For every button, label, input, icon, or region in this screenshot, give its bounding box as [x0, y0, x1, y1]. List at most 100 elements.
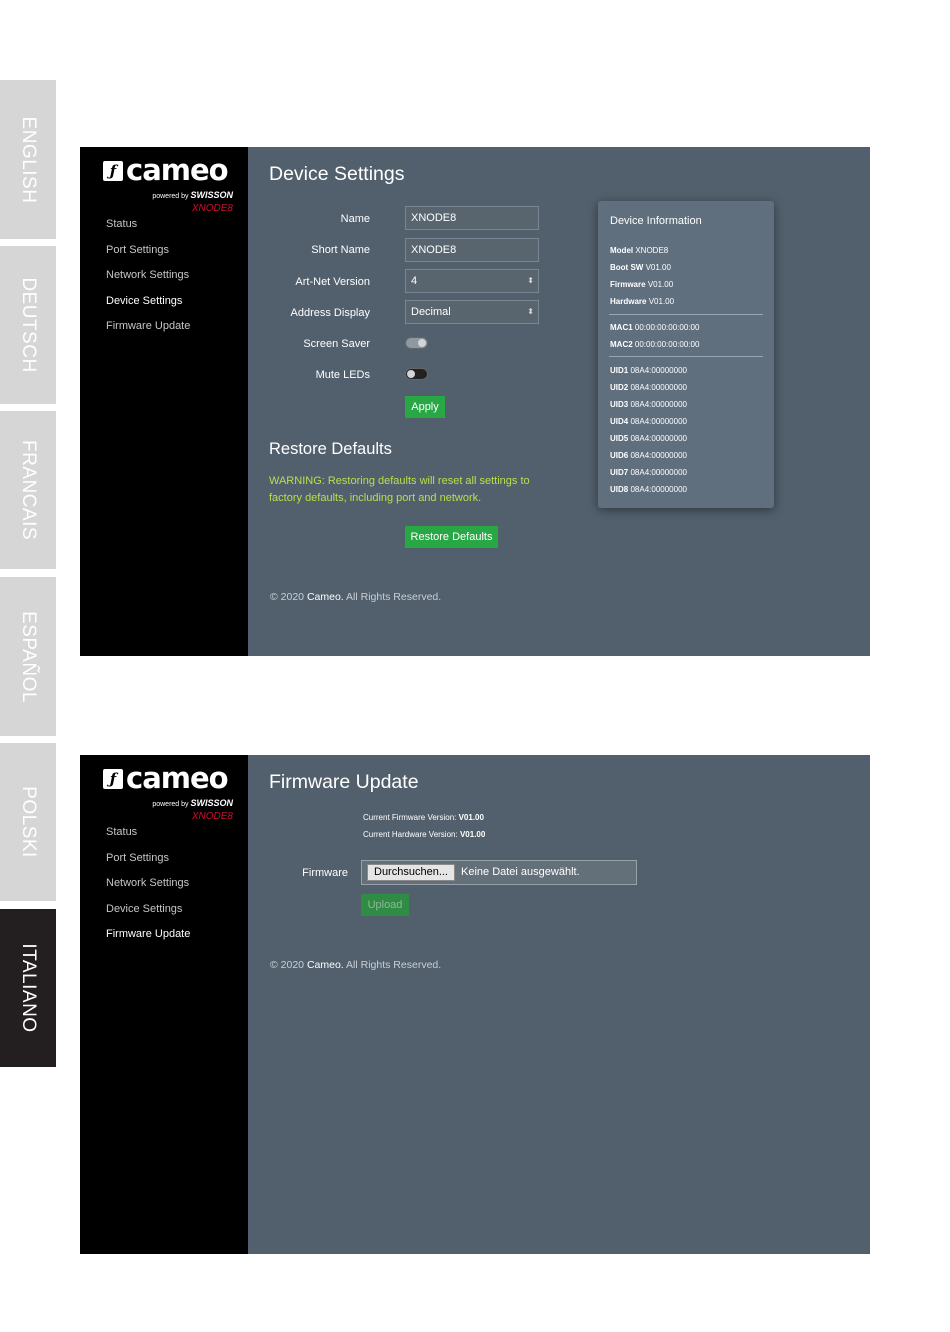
short-name-label: Short Name — [311, 244, 370, 256]
info-row-hardware: Hardware V01.00 — [610, 297, 674, 306]
sidebar-item-status[interactable]: Status — [106, 825, 190, 851]
current-hardware-value: V01.00 — [459, 830, 486, 839]
lang-tab-italiano[interactable]: ITALIANO — [0, 909, 56, 1067]
sidebar-item-network-settings[interactable]: Network Settings — [106, 876, 190, 902]
toggle-knob — [407, 370, 415, 378]
powered-by-label: powered by — [152, 801, 189, 808]
lang-tab-label: ITALIANO — [18, 943, 39, 1033]
lang-tab-francais[interactable]: FRANCAIS — [0, 411, 56, 569]
info-row-uid1: UID1 08A4:00000000 — [610, 366, 687, 375]
info-row-uid6: UID6 08A4:00000000 — [610, 451, 687, 460]
footer-copyright: © 2020 Cameo. All Rights Reserved. — [270, 591, 441, 603]
main-content: Device Settings Name XNODE8 Short Name X… — [249, 147, 870, 656]
lang-tab-deutsch[interactable]: DEUTSCH — [0, 246, 56, 404]
info-row-firmware: Firmware V01.00 — [610, 280, 673, 289]
info-value: 08A4:00000000 — [630, 400, 687, 409]
info-value: 00:00:00:00:00:00 — [634, 340, 700, 349]
info-value: XNODE8 — [635, 246, 669, 255]
device-settings-screenshot: ƒ cameo powered by SWISSON XNODE8 Status… — [80, 147, 870, 656]
sidebar-item-status[interactable]: Status — [106, 217, 190, 243]
info-value: V01.00 — [648, 297, 675, 306]
info-key: Firmware — [610, 280, 646, 289]
info-value: 00:00:00:00:00:00 — [634, 323, 700, 332]
sidebar-nav: Status Port Settings Network Settings De… — [106, 217, 190, 345]
info-row-uid5: UID5 08A4:00000000 — [610, 434, 687, 443]
sidebar: ƒ cameo powered by SWISSON XNODE8 Status… — [80, 755, 248, 1254]
toggle-knob — [418, 339, 426, 347]
lang-tab-label: DEUTSCH — [18, 277, 39, 373]
info-row-uid3: UID3 08A4:00000000 — [610, 400, 687, 409]
footer-rights: All Rights Reserved. — [346, 959, 442, 971]
info-value: V01.00 — [645, 263, 671, 272]
lang-tab-polski[interactable]: POLSKI — [0, 743, 56, 901]
short-name-input[interactable]: XNODE8 — [405, 238, 539, 262]
mute-leds-label: Mute LEDs — [315, 369, 370, 381]
info-divider — [609, 314, 763, 315]
model-label: XNODE8 — [191, 203, 233, 214]
sidebar-item-firmware-update[interactable]: Firmware Update — [106, 319, 190, 345]
artnet-version-value: 4 — [411, 275, 418, 287]
apply-button[interactable]: Apply — [405, 396, 445, 418]
info-row-boot-sw: Boot SW V01.00 — [610, 263, 671, 272]
current-firmware-value: V01.00 — [458, 813, 484, 822]
lang-tab-espanol[interactable]: ESPAÑOL — [0, 577, 56, 736]
sidebar-nav: Status Port Settings Network Settings De… — [106, 825, 190, 953]
browse-button[interactable]: Durchsuchen... — [367, 864, 455, 881]
current-hardware-version: Current Hardware Version: V01.00 — [363, 830, 485, 839]
upload-button[interactable]: Upload — [361, 894, 409, 916]
mute-leds-toggle[interactable] — [405, 368, 428, 380]
info-row-uid8: UID8 08A4:00000000 — [610, 485, 687, 494]
footer-year: © 2020 — [270, 591, 305, 603]
footer-rights: All Rights Reserved. — [346, 591, 442, 603]
address-display-label: Address Display — [290, 307, 370, 319]
cameo-logo: ƒ cameo powered by SWISSON XNODE8 — [103, 761, 233, 822]
logo-wordmark: cameo — [126, 761, 229, 795]
select-arrows-icon: ⬍ — [527, 276, 534, 285]
screen-saver-label: Screen Saver — [303, 338, 370, 350]
info-row-mac1: MAC1 00:00:00:00:00:00 — [610, 323, 699, 332]
page-title: Device Settings — [269, 163, 405, 185]
sidebar-item-network-settings[interactable]: Network Settings — [106, 268, 190, 294]
screen-saver-toggle[interactable] — [405, 337, 428, 349]
info-value: 08A4:00000000 — [630, 434, 687, 443]
sidebar-item-port-settings[interactable]: Port Settings — [106, 851, 190, 877]
info-key: UID2 — [610, 383, 629, 392]
lang-tab-label: FRANCAIS — [18, 439, 39, 541]
powered-by-brand: SWISSON — [190, 190, 233, 200]
info-key: UID4 — [610, 417, 629, 426]
powered-by: powered by SWISSON — [152, 190, 233, 200]
current-hardware-label: Current Hardware Version: — [363, 830, 458, 839]
info-key: Model — [610, 246, 634, 255]
page-title: Firmware Update — [269, 771, 419, 793]
address-display-value: Decimal — [411, 306, 451, 318]
select-arrows-icon: ⬍ — [527, 307, 534, 316]
current-firmware-version: Current Firmware Version: V01.00 — [363, 813, 484, 822]
address-display-select[interactable]: Decimal ⬍ — [405, 300, 539, 324]
logo-wordmark: cameo — [126, 153, 229, 187]
sidebar-item-port-settings[interactable]: Port Settings — [106, 243, 190, 269]
info-key: UID3 — [610, 400, 629, 409]
info-divider — [609, 356, 763, 357]
cameo-logo-icon: ƒ — [103, 769, 123, 789]
no-file-selected: Keine Datei ausgewählt. — [461, 866, 580, 878]
sidebar-item-firmware-update[interactable]: Firmware Update — [106, 927, 190, 953]
sidebar-item-device-settings[interactable]: Device Settings — [106, 294, 190, 320]
info-row-uid7: UID7 08A4:00000000 — [610, 468, 687, 477]
footer-year: © 2020 — [270, 959, 305, 971]
info-value: V01.00 — [647, 280, 674, 289]
info-key: Boot SW — [610, 263, 644, 272]
info-key: UID7 — [610, 468, 629, 477]
sidebar-item-device-settings[interactable]: Device Settings — [106, 902, 190, 928]
firmware-file-input[interactable]: Durchsuchen... Keine Datei ausgewählt. — [361, 860, 637, 885]
info-value: 08A4:00000000 — [630, 366, 687, 375]
cameo-logo-icon: ƒ — [103, 161, 123, 181]
restore-defaults-button[interactable]: Restore Defaults — [405, 526, 498, 548]
model-label: XNODE8 — [191, 811, 233, 822]
info-key: UID6 — [610, 451, 629, 460]
name-input[interactable]: XNODE8 — [405, 206, 539, 230]
lang-tab-english[interactable]: ENGLISH — [0, 80, 56, 239]
lang-tab-label: ESPAÑOL — [18, 610, 39, 703]
current-firmware-label: Current Firmware Version: — [363, 813, 457, 822]
info-key: MAC1 — [610, 323, 633, 332]
artnet-version-select[interactable]: 4 ⬍ — [405, 269, 539, 293]
